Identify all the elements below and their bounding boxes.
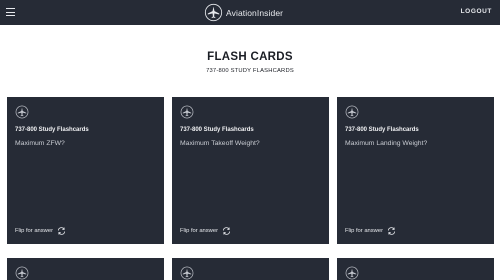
aviation-insider-logo-icon: [180, 105, 194, 119]
page-subtitle: 737-800 STUDY FLASHCARDS: [206, 68, 294, 74]
aviation-insider-logo-icon: [345, 105, 359, 119]
flip-for-answer-button[interactable]: Flip for answer: [180, 227, 231, 235]
flip-arrows-icon: [388, 227, 396, 235]
aviation-insider-logo-icon: [15, 266, 29, 280]
flashcard[interactable]: 737-800 Study Flashcards Maximum ZFW? Fl…: [7, 97, 164, 244]
flashcard[interactable]: [172, 258, 329, 280]
flashcard[interactable]: [337, 258, 494, 280]
flip-arrows-icon: [58, 227, 66, 235]
flip-label: Flip for answer: [345, 228, 384, 234]
card-question: Maximum ZFW?: [15, 140, 65, 147]
card-deck-title: 737-800 Study Flashcards: [345, 127, 419, 133]
logout-button[interactable]: LOGOUT: [461, 8, 492, 15]
flip-label: Flip for answer: [180, 228, 219, 234]
card-deck-title: 737-800 Study Flashcards: [180, 127, 254, 133]
flip-label: Flip for answer: [15, 228, 54, 234]
card-question: Maximum Takeoff Weight?: [180, 140, 260, 147]
hamburger-menu-icon[interactable]: [6, 7, 15, 17]
aviation-insider-logo-icon: [180, 266, 194, 280]
flip-arrows-icon: [223, 227, 231, 235]
aviation-insider-logo-icon: [15, 105, 29, 119]
page-title: FLASH CARDS: [207, 51, 293, 63]
aviation-insider-logo-icon: [345, 266, 359, 280]
flip-for-answer-button[interactable]: Flip for answer: [345, 227, 396, 235]
card-deck-title: 737-800 Study Flashcards: [15, 127, 89, 133]
aviation-insider-logo-icon: [204, 3, 223, 22]
flashcard[interactable]: 737-800 Study Flashcards Maximum Takeoff…: [172, 97, 329, 244]
top-navbar: AviationInsider LOGOUT: [0, 0, 500, 25]
card-question: Maximum Landing Weight?: [345, 140, 428, 147]
flashcard[interactable]: 737-800 Study Flashcards Maximum Landing…: [337, 97, 494, 244]
brand-name: AviationInsider: [226, 7, 284, 18]
brand-logo[interactable]: AviationInsider: [204, 3, 283, 22]
flip-for-answer-button[interactable]: Flip for answer: [15, 227, 66, 235]
flashcard[interactable]: [7, 258, 164, 280]
